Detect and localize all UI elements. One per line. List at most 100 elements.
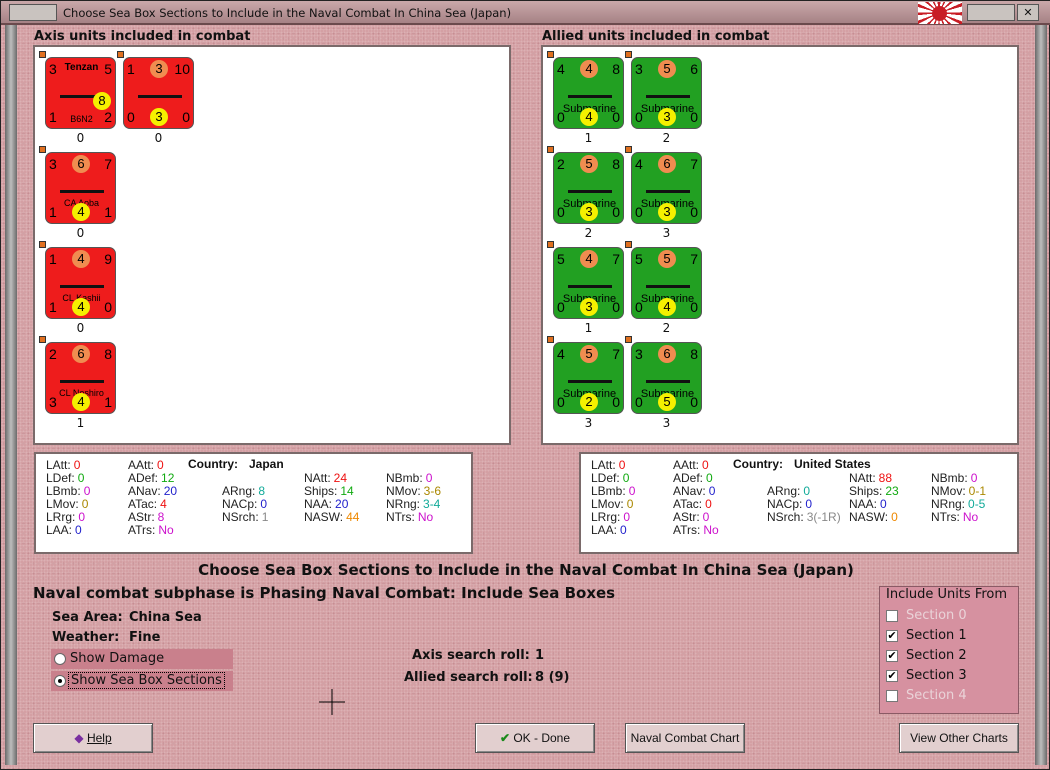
ok-done-button[interactable]: ✔ OK - Done: [475, 723, 595, 753]
counter-bottom-right: 2: [104, 109, 112, 125]
allied-roll-label: Allied search roll:: [404, 670, 533, 685]
unit-counter[interactable]: 448Submarine040: [553, 57, 624, 129]
counter-bottom-left: 1: [49, 299, 57, 315]
stat-label: ADef:: [128, 471, 159, 485]
counter-bottom-right: 0: [612, 394, 620, 410]
counter-bottom-right: 1: [104, 204, 112, 220]
stat-value: 0: [626, 497, 634, 511]
stat-adef: ADef: 0: [673, 471, 713, 485]
counter-right-value: 7: [690, 156, 698, 172]
stat-label: LBmb:: [46, 484, 81, 498]
unit-count: 2: [662, 321, 671, 335]
stat-value: 0: [880, 497, 887, 511]
counter-bottom-right: 0: [690, 394, 698, 410]
counter-bottom-left: 0: [557, 204, 565, 220]
stat-ntrs: NTrs: No: [386, 510, 433, 524]
system-menu-button[interactable]: [9, 4, 57, 21]
stat-value: 0: [77, 471, 85, 485]
stat-aatt: AAtt: 0: [673, 458, 709, 472]
unit-counter[interactable]: 356Submarine030: [631, 57, 702, 129]
right-frame: [1035, 25, 1047, 765]
counter-left-value: 4: [635, 156, 643, 172]
unit-counter[interactable]: 1 4 9 CL Kashii 1 4 0: [45, 247, 116, 319]
counter-right-value: 9: [104, 251, 112, 267]
view-other-charts-button[interactable]: View Other Charts: [899, 723, 1019, 753]
stat-label: LAtt:: [46, 458, 71, 472]
naval-combat-chart-button[interactable]: Naval Combat Chart: [625, 723, 745, 753]
close-button[interactable]: ✕: [1017, 4, 1039, 21]
unit-count: 3: [662, 226, 671, 240]
unit-counter[interactable]: 3 6 7 CA Aoba 1 4 1: [45, 152, 116, 224]
show-sea-box-sections-radio[interactable]: Show Sea Box Sections: [51, 671, 233, 691]
unit-count: 3: [662, 416, 671, 430]
unit-counter[interactable]: 557Submarine040: [631, 247, 702, 319]
stat-label: NBmb:: [931, 471, 968, 485]
unit-counter[interactable]: 258Submarine030: [553, 152, 624, 224]
unit-counter[interactable]: 1 3 10 0 3 0: [123, 57, 194, 129]
unit-counter[interactable]: 457Submarine020: [553, 342, 624, 414]
section-label: Section 3: [906, 668, 967, 683]
stat-label: LMov:: [591, 497, 624, 511]
unit-marker-icon: [39, 51, 46, 58]
counter-bottom-left: 0: [127, 109, 135, 125]
section-checkbox[interactable]: ✔: [886, 650, 898, 662]
stat-value: 3-6: [423, 484, 442, 498]
left-frame: [5, 25, 17, 765]
counter-bottom-left: 1: [49, 204, 57, 220]
counter-right-value: 5: [104, 61, 112, 77]
unit-counter[interactable]: 3 Tenzan 5 B6N2 1 8 2: [45, 57, 116, 129]
stat-latt: LAtt: 0: [46, 458, 80, 472]
help-button[interactable]: ◆ Help: [33, 723, 153, 753]
unit-counter[interactable]: 368Submarine050: [631, 342, 702, 414]
stat-value: 24: [333, 471, 348, 485]
counter-yellow-value: 3: [580, 298, 598, 316]
include-units-title: Include Units From: [886, 587, 1008, 602]
counter-bottom-left: 0: [557, 394, 565, 410]
section-checkbox[interactable]: [886, 610, 898, 622]
unit-count: 1: [584, 321, 593, 335]
unit-count: 2: [584, 226, 593, 240]
unit-counter[interactable]: 2 6 8 CL Noshiro 3 4 1: [45, 342, 116, 414]
stat-lmov: LMov: 0: [46, 497, 88, 511]
stat-label: LAA:: [591, 523, 618, 537]
unit-count: 2: [662, 131, 671, 145]
stat-label: ADef:: [673, 471, 704, 485]
stat-label: LAA:: [46, 523, 73, 537]
stat-value: 3(-1R): [806, 510, 841, 524]
section-checkbox[interactable]: ✔: [886, 630, 898, 642]
stat-label: LBmb:: [591, 484, 626, 498]
stat-label: AAtt:: [128, 458, 155, 472]
section-label: Section 0: [906, 608, 967, 623]
unit-counter[interactable]: 467Submarine030: [631, 152, 702, 224]
counter-attack-value: 5: [580, 155, 598, 173]
unit-marker-icon: [547, 336, 554, 343]
sea-area-value: China Sea: [129, 610, 202, 625]
stat-label: ATac:: [128, 497, 158, 511]
stat-laa: LAA: 0: [591, 523, 627, 537]
japan-flag-icon: [918, 2, 962, 24]
counter-yellow-value: 5: [658, 393, 676, 411]
counter-bottom-right: 0: [612, 204, 620, 220]
unit-marker-icon: [39, 146, 46, 153]
weather-value: Fine: [129, 630, 161, 645]
stat-nasw: NASW: 0: [849, 510, 898, 524]
counter-left-value: 1: [127, 61, 135, 77]
stat-label: ATrs:: [128, 523, 156, 537]
section-checkbox[interactable]: ✔: [886, 670, 898, 682]
minimize-button[interactable]: [967, 4, 1015, 21]
unit-count: 0: [76, 226, 85, 240]
stat-value: 0: [78, 510, 86, 524]
stat-label: AStr:: [128, 510, 155, 524]
show-damage-radio[interactable]: Show Damage: [51, 649, 233, 669]
stat-nrng: NRng: 3-4: [386, 497, 440, 511]
stat-label: ANav:: [128, 484, 161, 498]
stat-label: NTrs:: [386, 510, 415, 524]
stat-ldef: LDef: 0: [591, 471, 629, 485]
stat-value: 44: [346, 510, 360, 524]
ship-silhouette-icon: [646, 377, 690, 383]
unit-counter[interactable]: 547Submarine030: [553, 247, 624, 319]
stat-value: 0: [73, 458, 81, 472]
stat-nmov: NMov: 3-6: [386, 484, 441, 498]
ship-silhouette-icon: [60, 377, 104, 383]
section-checkbox[interactable]: [886, 690, 898, 702]
